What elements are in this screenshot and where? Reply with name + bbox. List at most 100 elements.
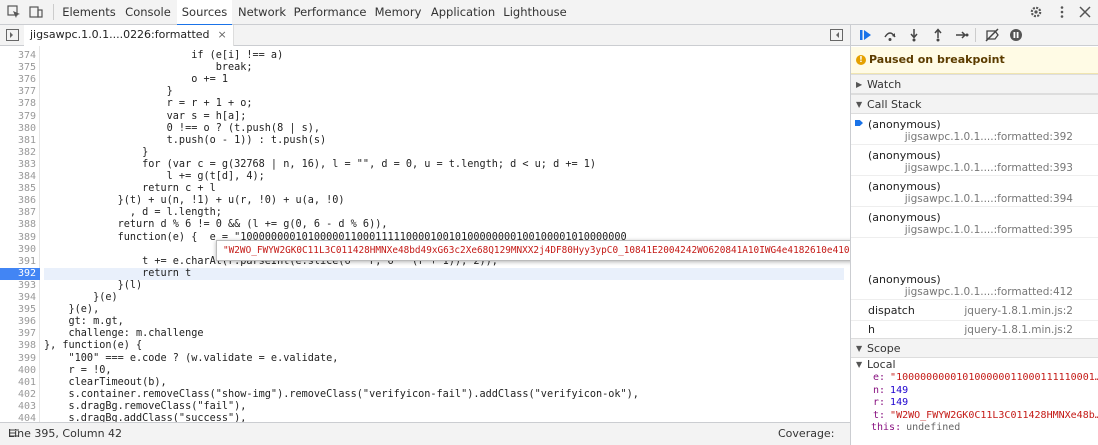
call-frame-location[interactable]: jigsawpc.1.0.1....:formatted:412 bbox=[905, 286, 1073, 298]
line-number[interactable]: 377 bbox=[0, 86, 36, 98]
line-number[interactable]: 374 bbox=[0, 50, 36, 62]
line-number[interactable]: 382 bbox=[0, 147, 36, 159]
line-number[interactable]: 381 bbox=[0, 135, 36, 147]
line-number[interactable]: 376 bbox=[0, 74, 36, 86]
line-number[interactable]: 378 bbox=[0, 98, 36, 110]
step-over-icon[interactable] bbox=[883, 28, 897, 42]
code-line: t.push(o - 1)) : t.push(s) bbox=[44, 134, 327, 146]
step-icon[interactable] bbox=[955, 28, 969, 42]
line-number[interactable]: 389 bbox=[0, 232, 36, 244]
code-line: s.dragBg.addClass("success"), bbox=[44, 413, 247, 422]
call-frame-location[interactable]: jquery-1.8.1.min.js:2 bbox=[964, 305, 1073, 317]
call-frame[interactable]: (anonymous) jigsawpc.1.0.1....:formatted:… bbox=[851, 269, 1098, 300]
call-frame[interactable]: (anonymous) jigsawpc.1.0.1....:formatted:… bbox=[851, 114, 1098, 145]
close-tab-icon[interactable]: × bbox=[218, 28, 227, 41]
line-number[interactable]: 398 bbox=[0, 340, 36, 352]
more-options-icon[interactable] bbox=[1055, 5, 1069, 19]
watch-section-header[interactable]: ▶ Watch bbox=[851, 74, 1098, 94]
line-number[interactable]: 390 bbox=[0, 244, 36, 256]
toolbar-divider bbox=[53, 4, 54, 20]
code-line: "100" === e.code ? (w.validate = e.valid… bbox=[44, 352, 339, 364]
code-line: break; bbox=[44, 62, 253, 74]
code-line: challenge: m.challenge bbox=[44, 328, 204, 340]
line-number[interactable]: 384 bbox=[0, 171, 36, 183]
tab-network[interactable]: Network bbox=[232, 0, 292, 25]
call-frame-location[interactable]: jigsawpc.1.0.1....:formatted:394 bbox=[905, 193, 1073, 205]
line-number[interactable]: 393 bbox=[0, 280, 36, 292]
breakpoint-line-number[interactable]: 392 bbox=[0, 267, 40, 280]
call-frame[interactable]: (anonymous) jigsawpc.1.0.1....:formatted:… bbox=[851, 176, 1098, 207]
line-number[interactable]: 387 bbox=[0, 207, 36, 219]
tab-application[interactable]: Application bbox=[428, 0, 498, 25]
toggle-debugger-icon[interactable] bbox=[830, 29, 843, 41]
call-frame[interactable]: (anonymous) jigsawpc.1.0.1....:formatted:… bbox=[851, 207, 1098, 238]
line-number[interactable]: 383 bbox=[0, 159, 36, 171]
line-number[interactable]: 399 bbox=[0, 353, 36, 365]
scope-variable-value: 149 bbox=[890, 397, 909, 408]
code-line: s.dragBg.removeClass("fail"), bbox=[44, 400, 247, 412]
call-frame-location[interactable]: jquery-1.8.1.min.js:2 bbox=[964, 324, 1073, 336]
call-frame-location[interactable]: jigsawpc.1.0.1....:formatted:395 bbox=[905, 224, 1073, 236]
line-number[interactable]: 400 bbox=[0, 365, 36, 377]
scope-variable[interactable]: this: undefined bbox=[851, 422, 1098, 435]
line-number[interactable]: 401 bbox=[0, 377, 36, 389]
line-number[interactable]: 394 bbox=[0, 292, 36, 304]
step-out-icon[interactable] bbox=[931, 28, 945, 42]
gear-icon[interactable] bbox=[1029, 5, 1043, 19]
line-number[interactable]: 391 bbox=[0, 256, 36, 268]
collapse-arrow-icon: ▼ bbox=[856, 344, 863, 353]
line-number[interactable]: 379 bbox=[0, 111, 36, 123]
call-frame[interactable]: h jquery-1.8.1.min.js:2 bbox=[851, 319, 1098, 340]
line-gutter[interactable]: 374 375 376 377 378 379 380 381 382 383 384 385 386 3… bbox=[0, 46, 40, 422]
call-frame[interactable]: dispatch jquery-1.8.1.min.js:2 bbox=[851, 300, 1098, 321]
tab-sources[interactable]: Sources bbox=[177, 0, 232, 26]
line-number[interactable]: 386 bbox=[0, 195, 36, 207]
call-frame-location[interactable]: jigsawpc.1.0.1....:formatted:392 bbox=[905, 131, 1073, 143]
tab-memory[interactable]: Memory bbox=[368, 0, 428, 25]
scope-variable[interactable]: n: 149 bbox=[851, 385, 1098, 398]
tab-performance[interactable]: Performance bbox=[292, 0, 368, 25]
line-number[interactable]: 396 bbox=[0, 316, 36, 328]
line-number[interactable]: 403 bbox=[0, 401, 36, 413]
pause-on-exceptions-icon[interactable] bbox=[1009, 28, 1023, 42]
devtools-window: 大 小 爬 哥 Elements Console Sources Network… bbox=[0, 0, 1098, 445]
line-number[interactable]: 388 bbox=[0, 219, 36, 231]
device-toolbar-icon[interactable] bbox=[29, 5, 43, 19]
scope-variable[interactable]: t: "W2WO_FWYW2GK0C11L3C011428HMNXe48b… bbox=[851, 410, 1098, 423]
line-number[interactable]: 404 bbox=[0, 413, 36, 422]
info-icon: ! bbox=[856, 55, 866, 65]
resume-icon[interactable] bbox=[859, 28, 873, 42]
tab-console[interactable]: Console bbox=[119, 0, 177, 25]
scope-variable-value: undefined bbox=[906, 422, 961, 433]
call-stack-section-header[interactable]: ▼ Call Stack bbox=[851, 94, 1098, 114]
inspect-element-icon[interactable] bbox=[7, 5, 21, 19]
line-number[interactable]: 395 bbox=[0, 304, 36, 316]
toggle-navigator-icon[interactable] bbox=[6, 29, 19, 41]
call-frame[interactable]: (anonymous) jigsawpc.1.0.1....:formatted:… bbox=[851, 145, 1098, 176]
step-into-icon[interactable] bbox=[907, 28, 921, 42]
paused-label: Paused on breakpoint bbox=[869, 53, 1005, 66]
status-bar: Line 395, Column 42 Coverage: n/a bbox=[0, 422, 850, 445]
line-number[interactable]: 385 bbox=[0, 183, 36, 195]
call-frame-location[interactable]: jigsawpc.1.0.1....:formatted:393 bbox=[905, 162, 1073, 174]
local-scope-header[interactable]: ▼ Local bbox=[851, 358, 1098, 371]
scope-section-header[interactable]: ▼ Scope bbox=[851, 338, 1098, 358]
line-number[interactable]: 397 bbox=[0, 328, 36, 340]
deactivate-breakpoints-icon[interactable] bbox=[985, 28, 999, 42]
call-frame-function: dispatch bbox=[868, 304, 915, 317]
close-icon[interactable] bbox=[1078, 5, 1092, 19]
scope-variable[interactable]: e: "100000000010100000011000111110001… bbox=[851, 372, 1098, 385]
file-tab[interactable]: jigsawpc.1.0.1....0226:formatted × bbox=[24, 25, 234, 46]
line-number[interactable]: 375 bbox=[0, 62, 36, 74]
code-line: 0 !== o ? (t.push(8 | s), bbox=[44, 122, 321, 134]
local-label: Local bbox=[867, 358, 896, 371]
line-number[interactable]: 380 bbox=[0, 123, 36, 135]
code-line: return d % 6 != 0 && (l += g(0, 6 - d % … bbox=[44, 219, 388, 231]
code-line: if (e[i] !== a) bbox=[44, 50, 284, 61]
line-number[interactable]: 402 bbox=[0, 389, 36, 401]
code-editor[interactable]: 374 375 376 377 378 379 380 381 382 383 384 385 386 3… bbox=[0, 46, 850, 422]
tab-elements[interactable]: Elements bbox=[59, 0, 119, 25]
call-frame-function: h bbox=[868, 323, 875, 336]
tab-lighthouse[interactable]: Lighthouse bbox=[498, 0, 572, 25]
scope-variable[interactable]: r: 149 bbox=[851, 397, 1098, 410]
